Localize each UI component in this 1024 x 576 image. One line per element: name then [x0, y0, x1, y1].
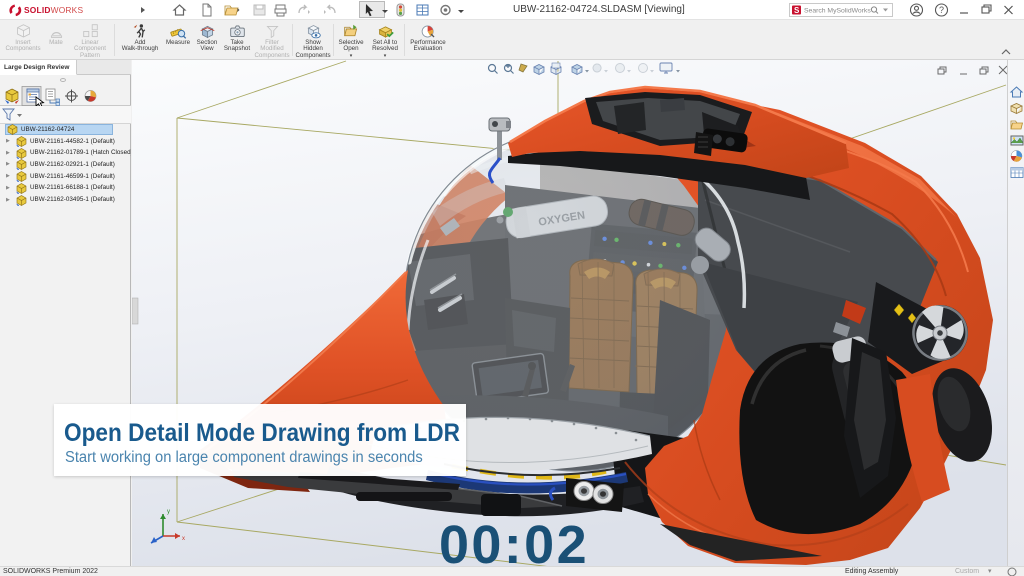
svg-text:S: S	[794, 6, 800, 15]
svg-text:y: y	[167, 509, 170, 515]
svg-text:?: ?	[939, 5, 944, 15]
svg-text:Search MySolidWorks: Search MySolidWorks	[804, 8, 871, 15]
svg-text:x: x	[182, 536, 185, 542]
svg-text:SOLIDWORKS: SOLIDWORKS	[24, 5, 83, 15]
